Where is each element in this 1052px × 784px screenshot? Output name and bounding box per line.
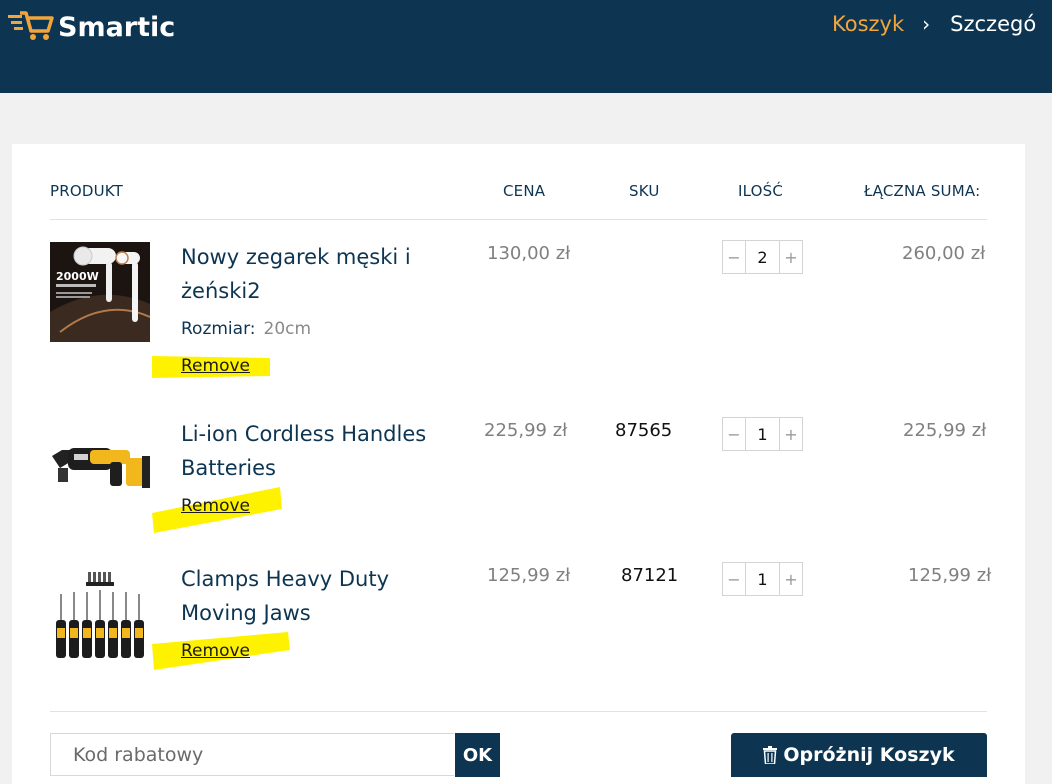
item-total: 260,00 zł <box>902 243 986 264</box>
header-divider <box>50 219 987 220</box>
quantity-stepper: − 2 + <box>722 240 803 274</box>
site-header: Smartic Koszyk › Szczegó <box>0 0 1052 93</box>
item-sku: 87121 <box>621 565 679 586</box>
product-attribute: Rozmiar: 20cm <box>181 319 311 339</box>
coupon-input[interactable] <box>50 733 454 776</box>
empty-cart-button[interactable]: Opróżnij Koszyk <box>731 733 987 777</box>
item-total: 225,99 zł <box>903 420 987 441</box>
qty-increase-button[interactable]: + <box>779 241 802 273</box>
item-price: 130,00 zł <box>487 243 571 264</box>
product-name[interactable]: Li-ion Cordless Handles Batteries <box>181 417 461 485</box>
chevron-right-icon: › <box>922 12 931 36</box>
remove-button[interactable]: Remove <box>181 356 250 376</box>
qty-increase-button[interactable]: + <box>779 563 802 595</box>
screwdriver-set-image[interactable] <box>50 568 150 663</box>
column-qty: ILOŚĆ <box>738 182 784 200</box>
quantity-stepper: − 1 + <box>722 417 803 451</box>
column-total: ŁĄCZNA SUMA: <box>864 182 981 200</box>
cordless-drill-image[interactable] <box>50 428 154 498</box>
product-name[interactable]: Clamps Heavy Duty Moving Jaws <box>181 562 461 630</box>
qty-decrease-button[interactable]: − <box>723 563 746 595</box>
cart-logo-icon <box>8 9 54 45</box>
trash-icon <box>763 746 778 764</box>
product-name[interactable]: Nowy zegarek męski i żeński2 <box>181 240 461 308</box>
qty-value[interactable]: 2 <box>746 241 779 273</box>
thumb-wattage-text: 2000W <box>56 270 99 283</box>
column-product: PRODUKT <box>50 182 124 200</box>
attribute-value: 20cm <box>263 319 312 339</box>
logo[interactable]: Smartic <box>8 9 175 45</box>
qty-increase-button[interactable]: + <box>779 418 802 450</box>
remove-button[interactable]: Remove <box>181 496 250 516</box>
quantity-stepper: − 1 + <box>722 562 803 596</box>
qty-value[interactable]: 1 <box>746 563 779 595</box>
coupon-submit-button[interactable]: OK <box>455 733 500 777</box>
qty-value[interactable]: 1 <box>746 418 779 450</box>
hair-dryer-image[interactable]: 2000W <box>50 242 151 342</box>
breadcrumb-cart[interactable]: Koszyk <box>832 12 904 36</box>
qty-decrease-button[interactable]: − <box>723 241 746 273</box>
item-total: 125,99 zł <box>908 565 992 586</box>
qty-decrease-button[interactable]: − <box>723 418 746 450</box>
item-price: 125,99 zł <box>487 565 571 586</box>
column-sku: SKU <box>629 182 660 200</box>
attribute-label: Rozmiar: <box>181 319 256 339</box>
column-price: CENA <box>503 182 546 200</box>
remove-button[interactable]: Remove <box>181 641 250 661</box>
item-sku: 87565 <box>615 420 673 441</box>
breadcrumb: Koszyk › Szczegó <box>832 12 1036 36</box>
brand-name: Smartic <box>58 11 176 43</box>
empty-cart-label: Opróżnij Koszyk <box>783 744 955 766</box>
cart-card <box>12 144 1025 784</box>
breadcrumb-details[interactable]: Szczegó <box>950 12 1036 36</box>
footer-divider <box>50 711 987 712</box>
item-price: 225,99 zł <box>484 420 568 441</box>
